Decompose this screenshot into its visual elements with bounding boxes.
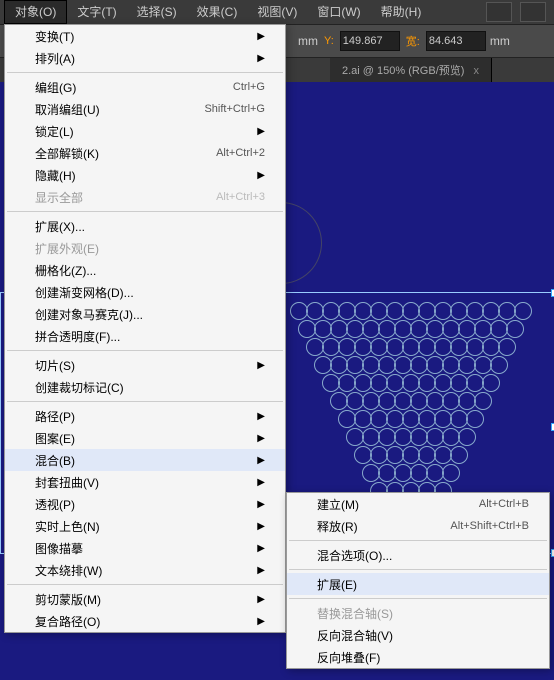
submenu-make[interactable]: 建立(M)Alt+Ctrl+B [287,493,549,515]
close-icon[interactable]: x [474,65,480,77]
tab-label: 2.ai @ 150% (RGB/预览) [342,65,464,77]
submenu-arrow-icon: ▶ [257,521,265,532]
menu-livepaint[interactable]: 实时上色(N)▶ [5,515,285,537]
menu-group[interactable]: 编组(G)Ctrl+G [5,76,285,98]
menu-hide[interactable]: 隐藏(H)▶ [5,164,285,186]
submenu-arrow-icon: ▶ [257,411,265,422]
menu-envelope[interactable]: 封套扭曲(V)▶ [5,471,285,493]
submenu-arrow-icon: ▶ [257,543,265,554]
menu-pattern[interactable]: 图案(E)▶ [5,427,285,449]
menu-imgtrace[interactable]: 图像描摹▶ [5,537,285,559]
menu-slice[interactable]: 切片(S)▶ [5,354,285,376]
menu-lock[interactable]: 锁定(L)▶ [5,120,285,142]
submenu-options[interactable]: 混合选项(O)... [287,544,549,566]
menu-arrange[interactable]: 排列(A)▶ [5,47,285,69]
menu-rasterize[interactable]: 栅格化(Z)... [5,259,285,281]
menu-view[interactable]: 视图(V) [247,0,307,24]
menu-gradmesh[interactable]: 创建渐变网格(D)... [5,281,285,303]
toolbar-icon[interactable] [520,2,546,22]
shortcut: Alt+Ctrl+B [479,498,529,510]
submenu-arrow-icon: ▶ [257,360,265,371]
submenu-arrow-icon: ▶ [257,616,265,627]
menu-ungroup[interactable]: 取消编组(U)Shift+Ctrl+G [5,98,285,120]
unit-suffix: mm [490,34,510,48]
shortcut: Alt+Ctrl+2 [216,147,265,159]
submenu-replace: 替换混合轴(S) [287,602,549,624]
separator [7,350,283,351]
toolbar-icon[interactable] [486,2,512,22]
shortcut: Alt+Ctrl+3 [216,191,265,203]
menu-expandapp: 扩展外观(E) [5,237,285,259]
shortcut: Alt+Shift+Ctrl+B [450,520,529,532]
menu-type[interactable]: 文字(T) [67,0,126,24]
separator [289,598,547,599]
menu-transform[interactable]: 变换(T)▶ [5,25,285,47]
submenu-arrow-icon: ▶ [257,594,265,605]
menu-path[interactable]: 路径(P)▶ [5,405,285,427]
menubar: 对象(O) 文字(T) 选择(S) 效果(C) 视图(V) 窗口(W) 帮助(H… [0,0,554,25]
y-input[interactable] [340,31,400,51]
menu-trim[interactable]: 创建裁切标记(C) [5,376,285,398]
menu-effect[interactable]: 效果(C) [187,0,248,24]
menu-blend[interactable]: 混合(B)▶ [5,449,285,471]
blend-submenu: 建立(M)Alt+Ctrl+B 释放(R)Alt+Shift+Ctrl+B 混合… [286,492,550,669]
submenu-arrow-icon: ▶ [257,170,265,181]
separator [289,569,547,570]
menu-perspective[interactable]: 透视(P)▶ [5,493,285,515]
separator [7,72,283,73]
object-menu-dropdown: 变换(T)▶ 排列(A)▶ 编组(G)Ctrl+G 取消编组(U)Shift+C… [4,24,286,633]
w-input[interactable] [426,31,486,51]
w-label: 宽: [406,33,420,49]
separator [7,401,283,402]
menu-object[interactable]: 对象(O) [4,0,67,24]
shortcut: Ctrl+G [233,81,265,93]
submenu-arrow-icon: ▶ [257,565,265,576]
submenu-arrow-icon: ▶ [257,455,265,466]
separator [7,211,283,212]
submenu-arrow-icon: ▶ [257,53,265,64]
submenu-reverse[interactable]: 反向混合轴(V) [287,624,549,646]
menu-unlockall[interactable]: 全部解锁(K)Alt+Ctrl+2 [5,142,285,164]
shortcut: Shift+Ctrl+G [204,103,265,115]
submenu-arrow-icon: ▶ [257,477,265,488]
separator [289,540,547,541]
submenu-arrow-icon: ▶ [257,499,265,510]
menu-mosaic[interactable]: 创建对象马赛克(J)... [5,303,285,325]
submenu-expand[interactable]: 扩展(E) [287,573,549,595]
menu-flatten[interactable]: 拼合透明度(F)... [5,325,285,347]
submenu-revstack[interactable]: 反向堆叠(F) [287,646,549,668]
submenu-arrow-icon: ▶ [257,126,265,137]
menu-compound[interactable]: 复合路径(O)▶ [5,610,285,632]
menu-showall: 显示全部Alt+Ctrl+3 [5,186,285,208]
menu-expand[interactable]: 扩展(X)... [5,215,285,237]
y-label: Y: [324,35,334,47]
menu-window[interactable]: 窗口(W) [307,0,370,24]
separator [7,584,283,585]
menu-help[interactable]: 帮助(H) [371,0,432,24]
menu-textwrap[interactable]: 文本绕排(W)▶ [5,559,285,581]
unit-suffix: mm [298,34,318,48]
menu-select[interactable]: 选择(S) [127,0,187,24]
submenu-arrow-icon: ▶ [257,433,265,444]
submenu-arrow-icon: ▶ [257,31,265,42]
submenu-release[interactable]: 释放(R)Alt+Shift+Ctrl+B [287,515,549,537]
document-tab[interactable]: 2.ai @ 150% (RGB/预览) x [330,58,492,84]
menu-clip[interactable]: 剪切蒙版(M)▶ [5,588,285,610]
